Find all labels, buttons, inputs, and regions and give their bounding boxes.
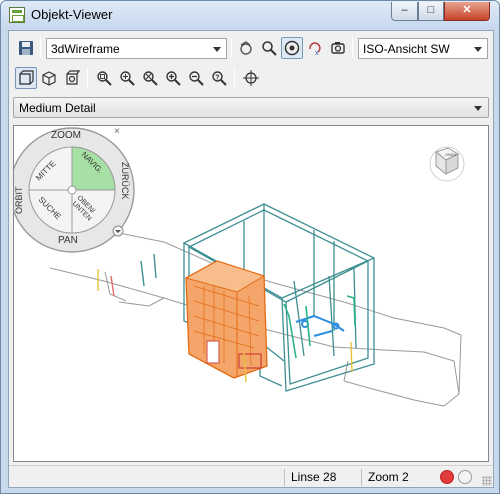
blue-fixtures [295,314,345,337]
view-cube-icon: OBEN [429,146,465,182]
detail-level-value: Medium Detail [19,101,96,115]
chevron-down-icon [474,106,482,111]
box-iso-view-icon[interactable] [38,67,60,89]
gray-status-icon[interactable] [458,470,472,484]
app-icon [9,7,25,23]
window-title: Objekt-Viewer [31,7,113,22]
zoom-realtime-icon[interactable] [116,67,138,89]
3d-viewport[interactable]: OBEN ZOOM ORBIT ZURÜCK PAN MITTE NAVIG. … [13,125,489,462]
orbit-tool-icon[interactable] [235,37,257,59]
box-perspective-icon[interactable] [61,67,83,89]
svg-text:x: x [315,50,319,56]
camera-icon[interactable] [327,37,349,59]
zoom-out-icon[interactable] [185,67,207,89]
steering-wheel-icon[interactable] [281,37,303,59]
rotate-axis-icon[interactable]: x [304,37,326,59]
visual-style-dropdown[interactable]: 3dWireframe [46,38,227,59]
detail-level-dropdown[interactable]: Medium Detail [13,97,489,118]
status-zoom: Zoom 2 [361,469,435,486]
svg-text:OBEN: OBEN [445,152,456,157]
green-fixtures [283,295,356,359]
status-line: Linse 28 [284,469,358,486]
client-area: 3dWireframe x ISO-Ansicht SW ? Medium De… [8,30,494,488]
save-icon[interactable] [15,37,37,59]
resize-grip-icon[interactable] [482,476,492,486]
title-bar: Objekt-Viewer – □ ✕ [1,1,499,29]
zoom-in-icon[interactable] [162,67,184,89]
chevron-down-icon [474,47,482,52]
svg-text:?: ? [215,74,219,81]
maximize-button[interactable]: □ [418,2,444,21]
box-front-view-icon[interactable] [15,67,37,89]
status-bar: Linse 28 Zoom 2 [9,465,493,487]
zoom-tool-icon[interactable] [258,37,280,59]
red-status-icon[interactable] [440,470,454,484]
crosshair-icon[interactable] [240,67,262,89]
model-canvas: OBEN ZOOM ORBIT ZURÜCK PAN MITTE NAVIG. … [14,126,465,407]
view-preset-dropdown[interactable]: ISO-Ansicht SW [358,38,488,59]
wheel-close-icon: × [114,126,120,137]
orange-assembly [184,260,268,379]
chevron-down-icon [213,47,221,52]
zoom-object-icon[interactable]: ? [208,67,230,89]
close-button[interactable]: ✕ [444,2,490,21]
steering-wheel: ZOOM ORBIT ZURÜCK PAN MITTE NAVIG. SUCHE… [14,126,135,253]
view-toolbar: ? [13,65,491,91]
zoom-window-icon[interactable] [93,67,115,89]
wheel-pan-label: PAN [58,235,78,246]
wheel-back-label: ZURÜCK [120,162,130,200]
wheel-zoom-label: ZOOM [51,130,81,141]
objekt-viewer-window: Objekt-Viewer – □ ✕ 3dWireframe x ISO-An… [0,0,500,494]
zoom-extents-icon[interactable] [139,67,161,89]
view-preset-value: ISO-Ansicht SW [363,42,450,56]
main-toolbar: 3dWireframe x ISO-Ansicht SW [13,35,491,61]
minimize-button[interactable]: – [391,2,418,21]
wheel-orbit-label: ORBIT [14,186,24,214]
visual-style-value: 3dWireframe [51,42,120,56]
